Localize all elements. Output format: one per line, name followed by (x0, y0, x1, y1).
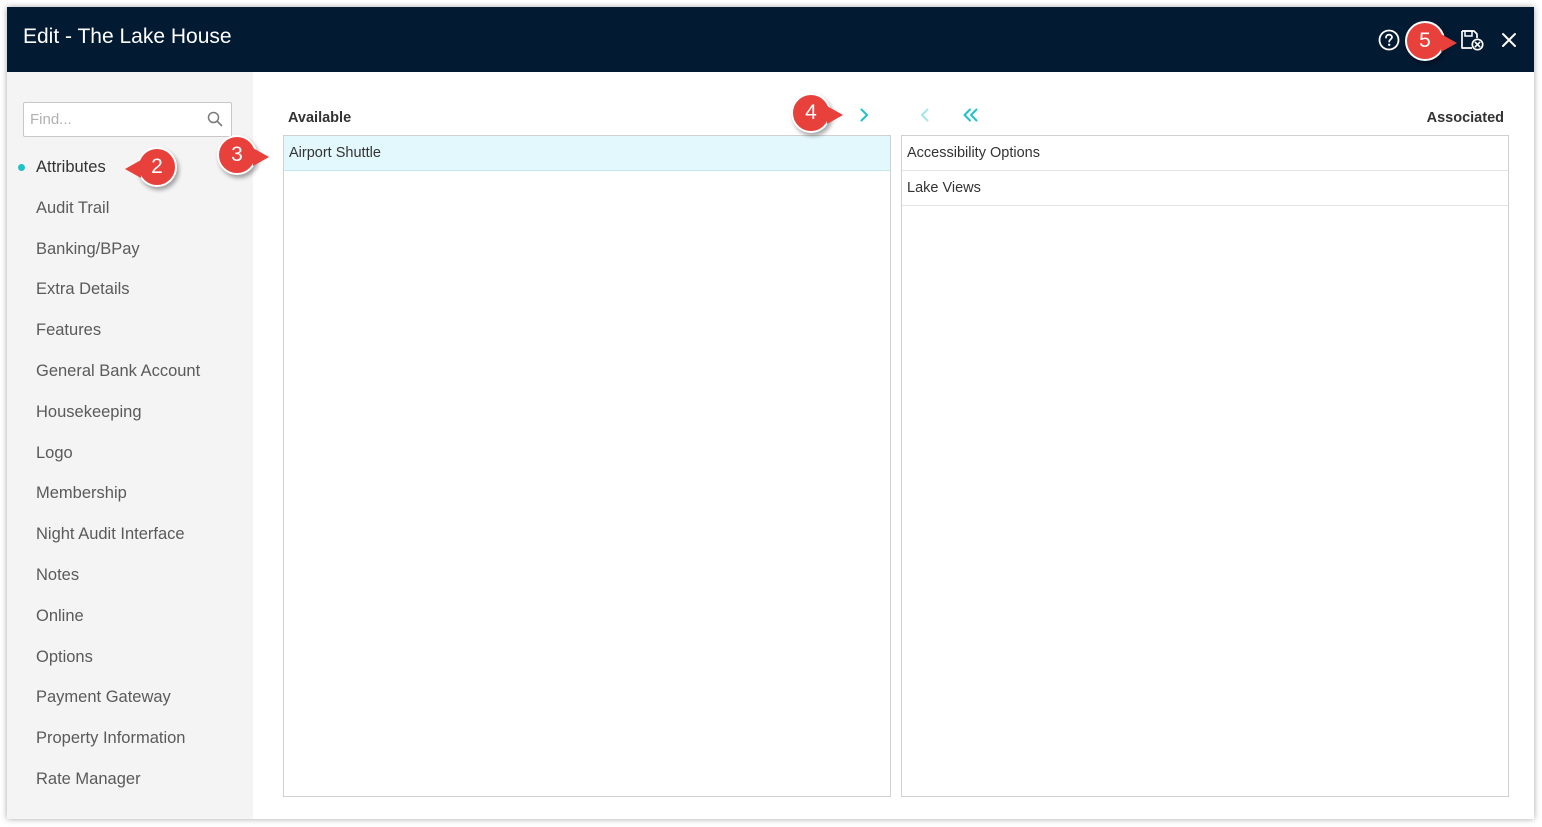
available-header: Available (288, 110, 352, 126)
sidebar-item-online[interactable]: Online (7, 596, 253, 637)
sidebar-item-property-information[interactable]: Property Information (7, 718, 253, 759)
annotation-number: 2 (151, 155, 163, 178)
move-all-left-button[interactable] (960, 104, 982, 126)
sidebar-item-label: Payment Gateway (36, 688, 171, 707)
annotation-callout: 3 (217, 135, 269, 175)
sidebar-item-label: Property Information (36, 729, 186, 748)
help-button[interactable] (1376, 27, 1402, 53)
chevron-left-icon (921, 108, 929, 122)
sidebar-item-features[interactable]: Features (7, 310, 253, 351)
help-circle-icon (1378, 29, 1400, 51)
sidebar-item-label: Options (36, 647, 93, 666)
sidebar-item-label: Extra Details (36, 280, 130, 299)
dialog-title: Edit - The Lake House (23, 25, 232, 48)
sidebar-nav: Attributes Audit Trail Banking/BPay Extr… (7, 147, 253, 800)
available-list: Airport Shuttle (283, 135, 891, 797)
sidebar-item-label: Night Audit Interface (36, 525, 185, 544)
sidebar-item-label: Audit Trail (36, 198, 110, 217)
sidebar-item-banking-bpay[interactable]: Banking/BPay (7, 229, 253, 270)
sidebar-item-label: Notes (36, 565, 80, 584)
annotation-number: 4 (805, 101, 817, 124)
chevron-right-icon (860, 108, 868, 122)
list-item[interactable]: Airport Shuttle (284, 136, 890, 171)
associated-list: Accessibility Options Lake Views (901, 135, 1509, 797)
move-left-button[interactable] (914, 104, 936, 126)
sidebar-item-extra-details[interactable]: Extra Details (7, 269, 253, 310)
list-item[interactable]: Accessibility Options (902, 136, 1508, 171)
sidebar-item-general-bank-account[interactable]: General Bank Account (7, 351, 253, 392)
sidebar-item-audit-trail[interactable]: Audit Trail (7, 188, 253, 229)
sidebar-item-label: Logo (36, 443, 73, 462)
sidebar-item-label: Housekeeping (36, 402, 142, 421)
sidebar-item-label: General Bank Account (36, 361, 201, 380)
sidebar-item-label: Banking/BPay (36, 239, 140, 258)
sidebar-item-payment-gateway[interactable]: Payment Gateway (7, 677, 253, 718)
sidebar-item-label: Attributes (36, 158, 106, 176)
sidebar-item-label: Features (36, 321, 102, 340)
sidebar-item-logo[interactable]: Logo (7, 433, 253, 474)
edit-dialog: Edit - The Lake House Find... Attributes… (7, 7, 1534, 819)
move-right-button[interactable] (853, 104, 875, 126)
save-close-icon (1461, 30, 1484, 51)
sidebar-item-night-audit-interface[interactable]: Night Audit Interface (7, 514, 253, 555)
sidebar: Attributes Audit Trail Banking/BPay Extr… (7, 72, 253, 819)
associated-header: Associated (1426, 110, 1504, 126)
list-item[interactable]: Lake Views (902, 171, 1508, 206)
sidebar-item-label: Online (36, 606, 84, 625)
active-indicator-dot (18, 164, 25, 171)
sidebar-item-options[interactable]: Options (7, 637, 253, 678)
attributes-panel: Available Associated Airport Shuttle Acc… (253, 72, 1534, 819)
sidebar-item-label: Rate Manager (36, 769, 141, 788)
save-and-close-button[interactable] (1459, 27, 1485, 53)
sidebar-item-notes[interactable]: Notes (7, 555, 253, 596)
annotation-number: 3 (231, 143, 243, 166)
annotation-callout: 5 (1405, 21, 1457, 61)
sidebar-item-membership[interactable]: Membership (7, 473, 253, 514)
annotation-number: 5 (1419, 29, 1431, 52)
sidebar-item-rate-manager[interactable]: Rate Manager (7, 759, 253, 800)
annotation-callout: 4 (791, 93, 843, 133)
find-search-box (23, 102, 232, 137)
search-icon[interactable] (207, 111, 223, 127)
find-input[interactable] (24, 103, 204, 136)
close-button[interactable] (1496, 27, 1522, 53)
sidebar-item-label: Membership (36, 484, 127, 503)
double-chevron-left-icon (963, 108, 978, 122)
title-bar: Edit - The Lake House (7, 7, 1534, 72)
sidebar-item-housekeeping[interactable]: Housekeeping (7, 392, 253, 433)
close-icon (1502, 33, 1516, 47)
annotation-callout: 2 (125, 147, 177, 187)
